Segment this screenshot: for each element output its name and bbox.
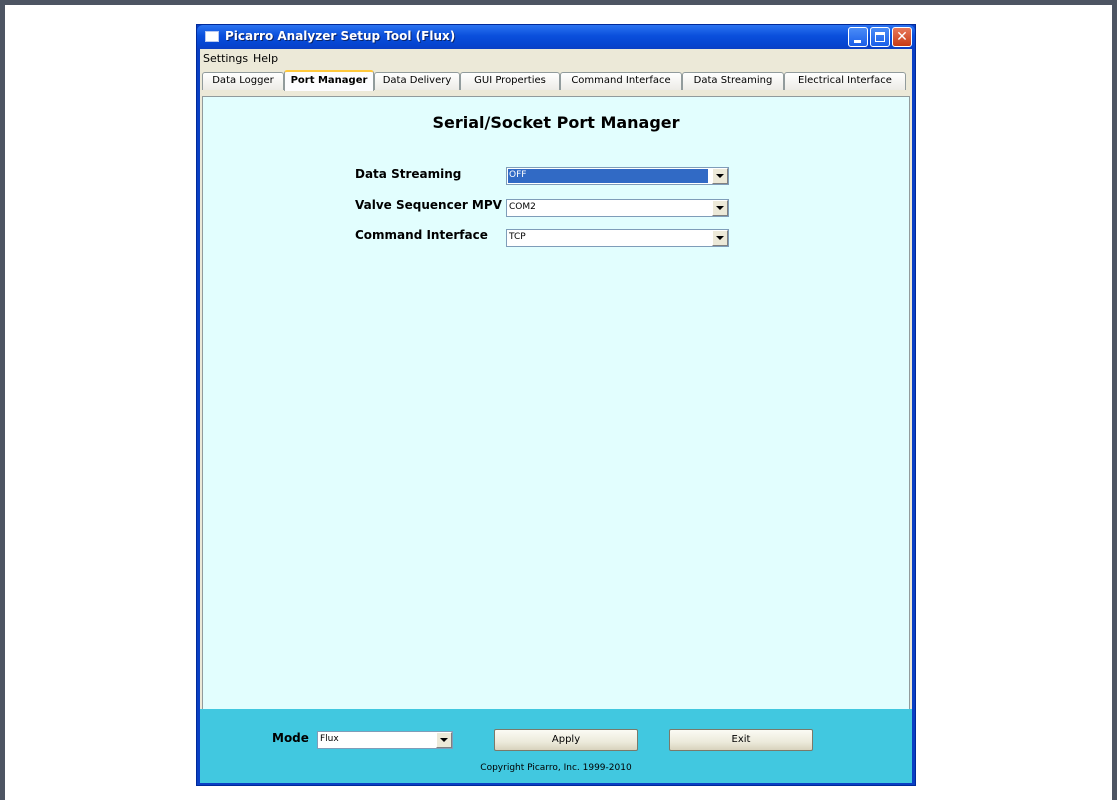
mode-select[interactable]: Flux — [317, 731, 453, 749]
menu-bar: Settings Help — [200, 49, 912, 69]
window-client-area: Settings Help Data Logger Port Manager D… — [200, 49, 912, 783]
command-interface-dropdown-button[interactable] — [712, 230, 728, 246]
maximize-button[interactable] — [870, 27, 890, 47]
window-title: Picarro Analyzer Setup Tool (Flux) — [225, 29, 456, 43]
tab-port-manager[interactable]: Port Manager — [284, 70, 374, 91]
screen-frame-right — [1112, 0, 1117, 800]
mode-label: Mode — [272, 731, 309, 745]
app-window-icon — [205, 31, 219, 42]
mode-dropdown-button[interactable] — [436, 732, 452, 748]
exit-button[interactable]: Exit — [669, 729, 813, 751]
close-button[interactable]: ✕ — [892, 27, 912, 47]
valve-sequencer-dropdown-button[interactable] — [712, 200, 728, 216]
tab-data-delivery[interactable]: Data Delivery — [374, 72, 460, 90]
command-interface-value: TCP — [509, 232, 526, 242]
chevron-down-icon — [716, 174, 724, 178]
chevron-down-icon — [440, 738, 448, 742]
minimize-icon — [854, 40, 861, 43]
chevron-down-icon — [716, 206, 724, 210]
data-streaming-label: Data Streaming — [355, 167, 462, 181]
close-icon: ✕ — [896, 29, 908, 45]
chevron-down-icon — [716, 236, 724, 240]
minimize-button[interactable] — [848, 27, 868, 47]
screen-frame-left — [0, 0, 5, 800]
selection-highlight — [508, 169, 708, 183]
tab-data-streaming[interactable]: Data Streaming — [682, 72, 784, 90]
title-bar[interactable]: Picarro Analyzer Setup Tool (Flux) ✕ — [197, 25, 915, 49]
screen-frame-top — [0, 0, 1117, 5]
copyright-text: Copyright Picarro, Inc. 1999-2010 — [480, 763, 632, 773]
valve-sequencer-value: COM2 — [509, 202, 536, 212]
valve-sequencer-select[interactable]: COM2 — [506, 199, 729, 217]
tab-electrical-interface[interactable]: Electrical Interface — [784, 72, 906, 90]
menu-settings[interactable]: Settings — [203, 52, 248, 65]
command-interface-select[interactable]: TCP — [506, 229, 729, 247]
tab-gui-properties[interactable]: GUI Properties — [460, 72, 560, 90]
data-streaming-select[interactable]: OFF — [506, 167, 729, 185]
app-window: Picarro Analyzer Setup Tool (Flux) ✕ Set… — [196, 24, 916, 786]
maximize-icon — [875, 32, 885, 42]
port-manager-panel: Serial/Socket Port Manager Data Streamin… — [202, 96, 910, 710]
data-streaming-dropdown-button[interactable] — [712, 168, 728, 184]
valve-sequencer-label: Valve Sequencer MPV — [355, 198, 502, 212]
tab-data-logger[interactable]: Data Logger — [202, 72, 284, 90]
panel-title: Serial/Socket Port Manager — [432, 113, 680, 132]
apply-button[interactable]: Apply — [494, 729, 638, 751]
bottom-bar: Mode Flux Apply Exit Copyright Picarro, … — [200, 709, 912, 783]
command-interface-label: Command Interface — [355, 228, 488, 242]
data-streaming-value: OFF — [509, 170, 527, 180]
tab-command-interface[interactable]: Command Interface — [560, 72, 682, 90]
mode-value: Flux — [320, 734, 339, 744]
menu-help[interactable]: Help — [253, 52, 278, 65]
